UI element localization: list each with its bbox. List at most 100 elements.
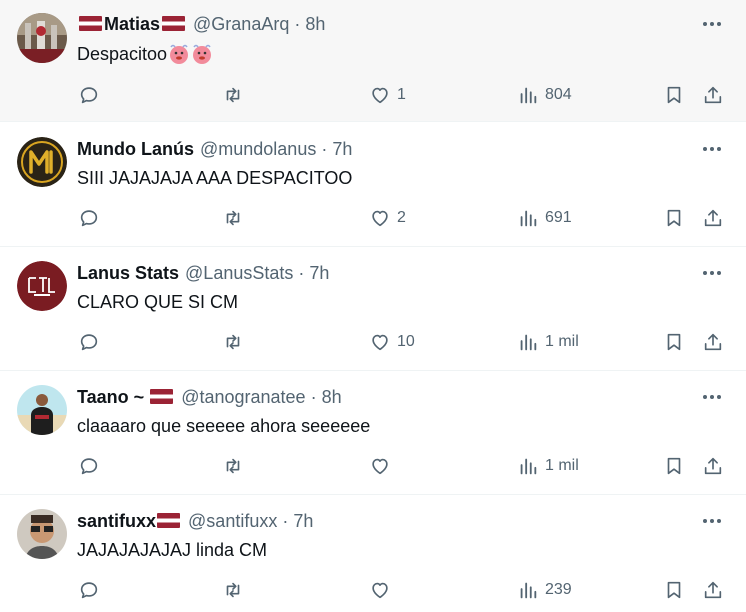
display-name[interactable]: Lanus Stats bbox=[77, 263, 179, 284]
view-count: 691 bbox=[545, 209, 572, 226]
tweet-actions: 2 691 bbox=[0, 205, 746, 231]
separator: · bbox=[321, 138, 328, 159]
face-with-steam-icon bbox=[168, 43, 190, 65]
reply-button[interactable] bbox=[78, 82, 100, 108]
tweet[interactable]: Taano ~ @tanogranatee · 8h claaaaro que … bbox=[0, 371, 746, 495]
display-name[interactable]: Matias bbox=[104, 14, 160, 35]
reply-button[interactable] bbox=[78, 453, 100, 479]
repost-button[interactable] bbox=[222, 577, 244, 603]
bookmark-button[interactable] bbox=[663, 329, 685, 355]
reply-icon bbox=[80, 582, 98, 599]
like-button[interactable] bbox=[369, 453, 397, 479]
bookmark-icon bbox=[667, 86, 681, 104]
tweet[interactable]: santifuxx @santifuxx · 7h JAJAJAJAJAJ li… bbox=[0, 495, 746, 612]
views-button[interactable]: 1 mil bbox=[517, 453, 579, 479]
bookmark-icon bbox=[667, 209, 681, 227]
views-button[interactable]: 804 bbox=[517, 82, 572, 108]
repost-button[interactable] bbox=[222, 453, 244, 479]
view-count: 1 mil bbox=[545, 333, 579, 350]
bookmark-button[interactable] bbox=[663, 82, 685, 108]
more-options-icon[interactable] bbox=[700, 509, 724, 533]
timestamp[interactable]: 7h bbox=[332, 139, 352, 160]
tweet-actions: 10 1 mil bbox=[0, 329, 746, 355]
tweet[interactable]: Matias @GranaArq · 8h Despacitoo 1 804 bbox=[0, 0, 746, 122]
tweet-text-content: Despacitoo bbox=[77, 43, 168, 64]
separator: · bbox=[310, 386, 317, 407]
tweet-text-content: claaaaro que seeeee ahora seeeeee bbox=[77, 415, 371, 436]
like-count: 1 bbox=[397, 86, 406, 103]
bookmark-button[interactable] bbox=[663, 577, 685, 603]
username[interactable]: @LanusStats bbox=[185, 263, 293, 284]
tweet-text: SIII JAJAJAJA AAA DESPACITOO bbox=[77, 166, 352, 190]
repost-icon bbox=[226, 582, 240, 598]
bookmark-button[interactable] bbox=[663, 453, 685, 479]
views-button[interactable]: 1 mil bbox=[517, 329, 579, 355]
separator: · bbox=[294, 13, 301, 34]
more-options-icon[interactable] bbox=[700, 12, 724, 36]
share-button[interactable] bbox=[702, 205, 724, 231]
reply-feed: Matias @GranaArq · 8h Despacitoo 1 804 M… bbox=[0, 0, 746, 612]
avatar[interactable] bbox=[17, 13, 67, 63]
timestamp[interactable]: 8h bbox=[322, 387, 342, 408]
tweet-header: Mundo Lanús @mundolanus · 7h bbox=[77, 137, 352, 161]
views-icon bbox=[520, 334, 537, 351]
reply-button[interactable] bbox=[78, 577, 100, 603]
tweet-actions: 1 804 bbox=[0, 82, 746, 108]
timestamp[interactable]: 7h bbox=[309, 263, 329, 284]
avatar[interactable] bbox=[17, 261, 67, 311]
share-button[interactable] bbox=[702, 329, 724, 355]
tweet-text-content: JAJAJAJAJAJ linda CM bbox=[77, 539, 268, 560]
username[interactable]: @santifuxx bbox=[188, 511, 277, 532]
like-count: 2 bbox=[397, 209, 406, 226]
views-button[interactable]: 239 bbox=[517, 577, 572, 603]
username[interactable]: @GranaArq bbox=[193, 14, 289, 35]
share-button[interactable] bbox=[702, 453, 724, 479]
repost-icon bbox=[226, 458, 240, 474]
like-button[interactable]: 2 bbox=[369, 205, 406, 231]
share-icon bbox=[704, 581, 722, 599]
views-icon bbox=[520, 210, 537, 227]
more-options-icon[interactable] bbox=[700, 385, 724, 409]
username[interactable]: @tanogranatee bbox=[181, 387, 305, 408]
tweet[interactable]: Lanus Stats @LanusStats · 7h CLARO QUE S… bbox=[0, 247, 746, 371]
views-icon bbox=[520, 582, 537, 599]
repost-button[interactable] bbox=[222, 82, 244, 108]
tweet-header: Lanus Stats @LanusStats · 7h bbox=[77, 261, 329, 285]
like-button[interactable]: 10 bbox=[369, 329, 415, 355]
display-name[interactable]: Taano ~ bbox=[77, 387, 144, 408]
reply-icon bbox=[80, 334, 98, 351]
avatar[interactable] bbox=[17, 509, 67, 559]
reply-button[interactable] bbox=[78, 205, 100, 231]
reply-button[interactable] bbox=[78, 329, 100, 355]
separator: · bbox=[298, 262, 305, 283]
more-options-icon[interactable] bbox=[700, 261, 724, 285]
avatar[interactable] bbox=[17, 137, 67, 187]
username[interactable]: @mundolanus bbox=[200, 139, 316, 160]
timestamp[interactable]: 7h bbox=[293, 511, 313, 532]
bookmark-button[interactable] bbox=[663, 205, 685, 231]
tweet-text: Despacitoo bbox=[77, 42, 213, 66]
like-button[interactable]: 1 bbox=[369, 82, 406, 108]
timestamp[interactable]: 8h bbox=[305, 14, 325, 35]
share-button[interactable] bbox=[702, 577, 724, 603]
display-name[interactable]: santifuxx bbox=[77, 511, 156, 532]
view-count: 239 bbox=[545, 581, 572, 598]
repost-button[interactable] bbox=[222, 205, 244, 231]
flag-icon bbox=[157, 512, 181, 528]
tweet-text-content: CLARO QUE SI CM bbox=[77, 291, 239, 312]
tweet-header: Matias @GranaArq · 8h bbox=[77, 12, 325, 36]
tweet[interactable]: Mundo Lanús @mundolanus · 7h SIII JAJAJA… bbox=[0, 123, 746, 247]
avatar[interactable] bbox=[17, 385, 67, 435]
display-name[interactable]: Mundo Lanús bbox=[77, 139, 194, 160]
tweet-header: santifuxx @santifuxx · 7h bbox=[77, 509, 313, 533]
more-options-icon[interactable] bbox=[700, 137, 724, 161]
heart-icon bbox=[372, 582, 388, 599]
tweet-text: claaaaro que seeeee ahora seeeeee bbox=[77, 414, 370, 438]
views-button[interactable]: 691 bbox=[517, 205, 572, 231]
like-button[interactable] bbox=[369, 577, 397, 603]
like-count: 10 bbox=[397, 333, 415, 350]
bookmark-icon bbox=[667, 457, 681, 475]
tweet-actions: 1 mil bbox=[0, 453, 746, 479]
share-button[interactable] bbox=[702, 82, 724, 108]
repost-button[interactable] bbox=[222, 329, 244, 355]
